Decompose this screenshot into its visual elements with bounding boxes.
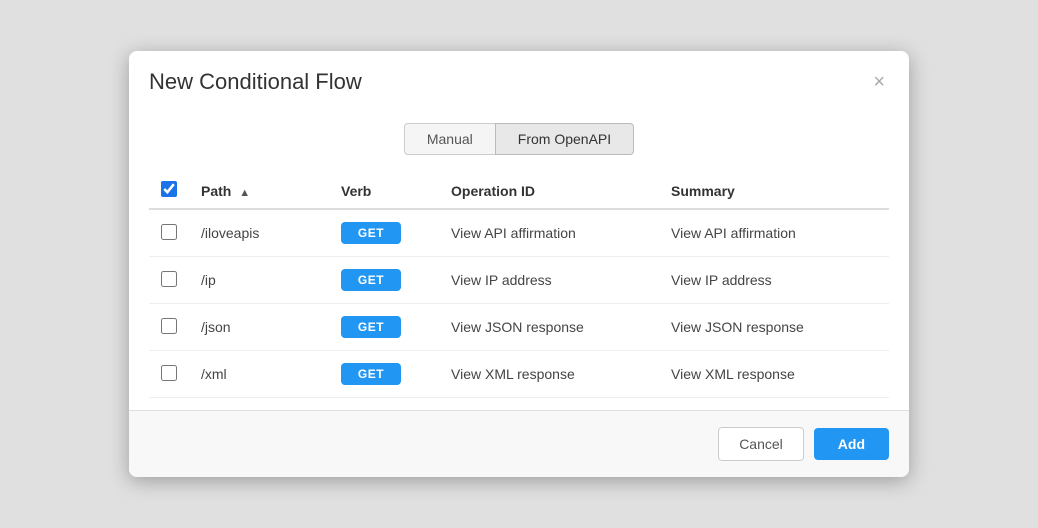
row-path: /xml [189,351,329,398]
table-container: Path ▲ Verb Operation ID Summary /ilovea… [129,173,909,398]
row-checkbox-cell [149,257,189,304]
verb-badge: GET [341,363,401,385]
row-operation-id: View JSON response [439,304,659,351]
add-button[interactable]: Add [814,428,889,460]
row-verb: GET [329,209,439,257]
table-header-row: Path ▲ Verb Operation ID Summary [149,173,889,209]
select-all-checkbox[interactable] [161,181,177,197]
verb-badge: GET [341,316,401,338]
row-path: /ip [189,257,329,304]
table-row: /iloveapis GET View API affirmation View… [149,209,889,257]
table-body: /iloveapis GET View API affirmation View… [149,209,889,398]
table-row: /json GET View JSON response View JSON r… [149,304,889,351]
row-checkbox[interactable] [161,318,177,334]
row-summary: View IP address [659,257,889,304]
row-operation-id: View IP address [439,257,659,304]
row-summary: View JSON response [659,304,889,351]
row-operation-id: View API affirmation [439,209,659,257]
row-verb: GET [329,351,439,398]
table-row: /ip GET View IP address View IP address [149,257,889,304]
header-operation-id: Operation ID [439,173,659,209]
tab-bar: Manual From OpenAPI [129,109,909,173]
header-checkbox-cell [149,173,189,209]
dialog-header: New Conditional Flow × [129,51,909,109]
row-checkbox[interactable] [161,271,177,287]
row-path: /iloveapis [189,209,329,257]
tab-from-openapi[interactable]: From OpenAPI [495,123,634,155]
header-path[interactable]: Path ▲ [189,173,329,209]
api-table: Path ▲ Verb Operation ID Summary /ilovea… [149,173,889,398]
row-verb: GET [329,257,439,304]
cancel-button[interactable]: Cancel [718,427,804,461]
new-conditional-flow-dialog: New Conditional Flow × Manual From OpenA… [129,51,909,477]
row-checkbox-cell [149,209,189,257]
row-verb: GET [329,304,439,351]
close-button[interactable]: × [869,72,889,92]
verb-badge: GET [341,222,401,244]
header-summary: Summary [659,173,889,209]
dialog-footer: Cancel Add [129,410,909,477]
tab-manual[interactable]: Manual [404,123,495,155]
row-checkbox[interactable] [161,365,177,381]
row-path: /json [189,304,329,351]
table-row: /xml GET View XML response View XML resp… [149,351,889,398]
row-checkbox[interactable] [161,224,177,240]
sort-asc-icon: ▲ [239,187,250,199]
verb-badge: GET [341,269,401,291]
row-checkbox-cell [149,304,189,351]
row-summary: View XML response [659,351,889,398]
dialog-title: New Conditional Flow [149,69,362,95]
row-operation-id: View XML response [439,351,659,398]
header-verb: Verb [329,173,439,209]
row-summary: View API affirmation [659,209,889,257]
row-checkbox-cell [149,351,189,398]
